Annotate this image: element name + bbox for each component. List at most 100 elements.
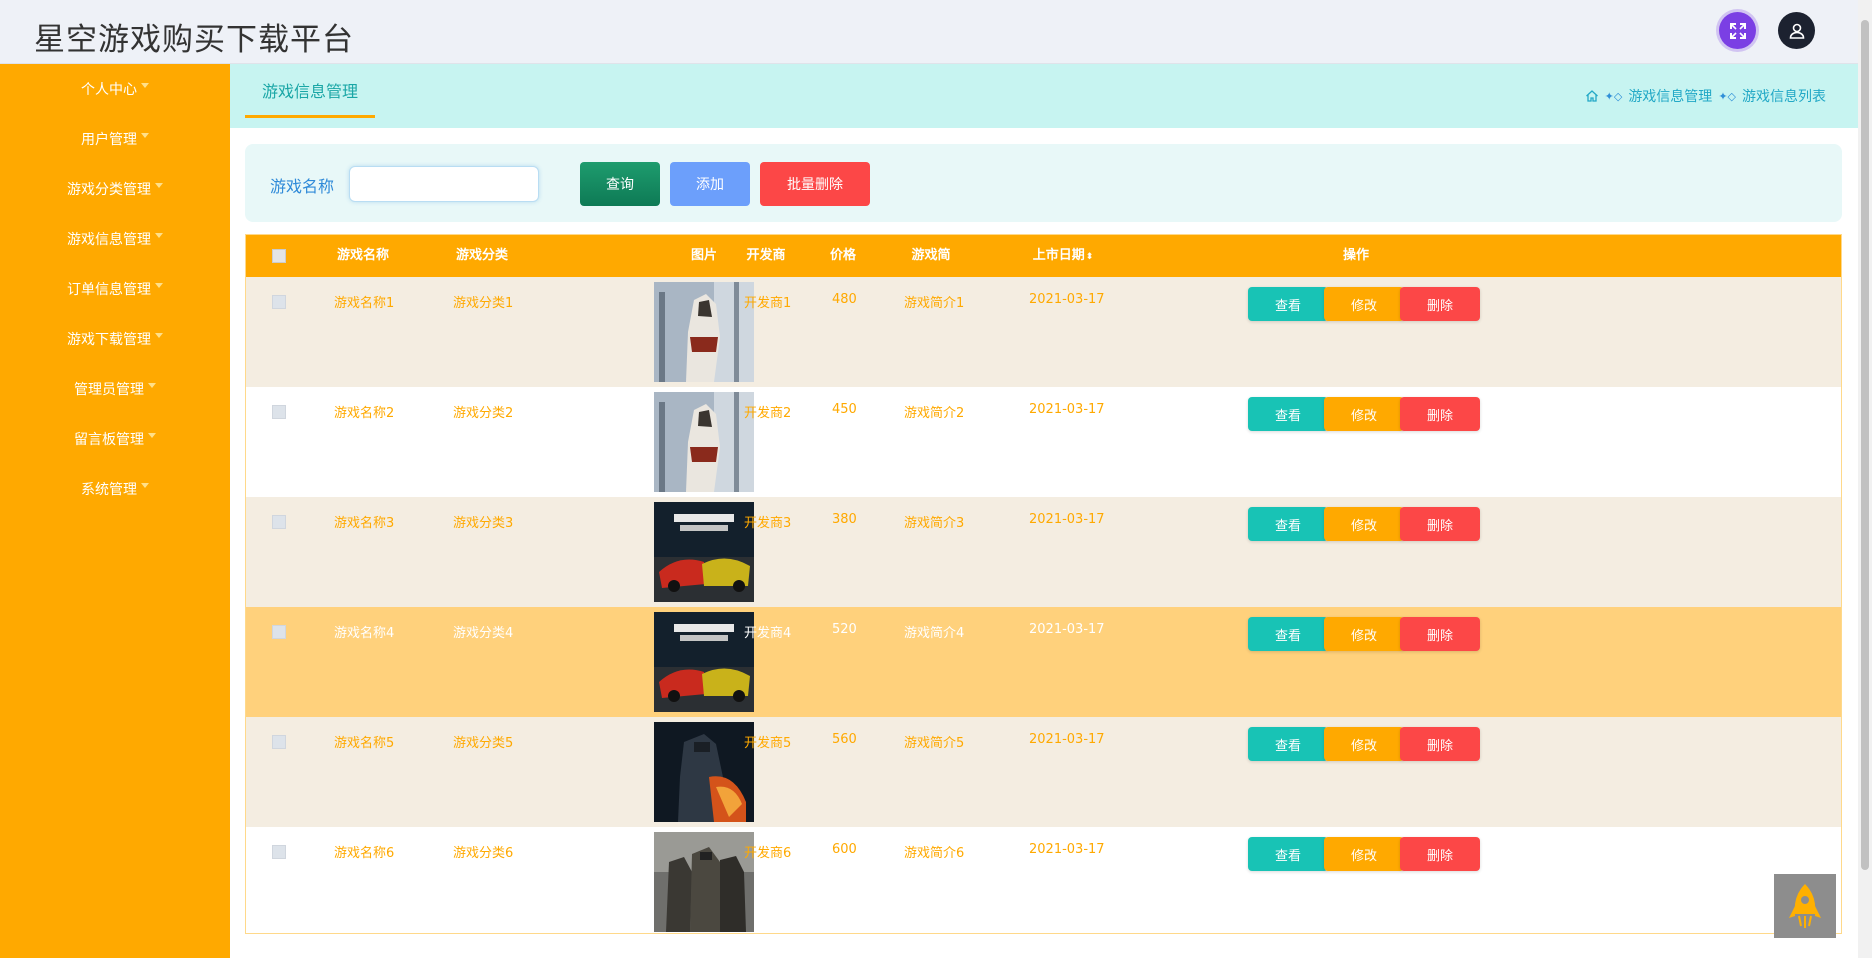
fullscreen-button[interactable] bbox=[1719, 12, 1756, 49]
cell-release-date: 2021-03-17 bbox=[1029, 512, 1105, 527]
cell-category: 游戏分类2 bbox=[453, 406, 514, 421]
cell-price: 380 bbox=[832, 512, 857, 527]
cell-category: 游戏分类3 bbox=[453, 516, 514, 531]
table-row[interactable]: 游戏名称4 游戏分类4 开发商4 520 游戏简介4 2021-03-17 查看… bbox=[246, 607, 1841, 717]
breadcrumb-item: 游戏信息列表 bbox=[1742, 89, 1826, 105]
game-name-input[interactable] bbox=[349, 166, 539, 202]
sidebar-item-system[interactable]: 系统管理 bbox=[0, 464, 230, 514]
sidebar-item-label: 留言板管理 bbox=[74, 432, 144, 448]
delete-button[interactable]: 删除 bbox=[1400, 617, 1480, 651]
view-button[interactable]: 查看 bbox=[1248, 287, 1328, 321]
view-button[interactable]: 查看 bbox=[1248, 617, 1328, 651]
chevron-down-icon bbox=[148, 432, 156, 438]
view-button[interactable]: 查看 bbox=[1248, 727, 1328, 761]
column-header-release-date[interactable]: 上市日期⬍ bbox=[1032, 235, 1094, 277]
cell-price: 600 bbox=[832, 842, 857, 857]
cell-price: 520 bbox=[832, 622, 857, 637]
sidebar-item-game-category[interactable]: 游戏分类管理 bbox=[0, 164, 230, 214]
edit-button[interactable]: 修改 bbox=[1324, 727, 1404, 761]
row-checkbox[interactable] bbox=[272, 405, 286, 419]
sidebar-item-message-board[interactable]: 留言板管理 bbox=[0, 414, 230, 464]
column-header-category[interactable]: 游戏分类⬍ bbox=[453, 235, 511, 304]
cell-price: 450 bbox=[832, 402, 857, 417]
user-menu-button[interactable] bbox=[1778, 12, 1815, 49]
column-header-actions: 操作 bbox=[1342, 248, 1369, 263]
breadcrumb-item[interactable]: 游戏信息管理 bbox=[1628, 86, 1712, 106]
sidebar-item-label: 游戏信息管理 bbox=[67, 232, 151, 248]
cell-intro: 游戏简介5 bbox=[904, 736, 965, 751]
row-checkbox[interactable] bbox=[272, 515, 286, 529]
cell-name: 游戏名称1 bbox=[334, 296, 395, 311]
sidebar-item-orders[interactable]: 订单信息管理 bbox=[0, 264, 230, 314]
edit-button[interactable]: 修改 bbox=[1324, 617, 1404, 651]
add-button[interactable]: 添加 bbox=[670, 162, 750, 206]
batch-delete-button[interactable]: 批量删除 bbox=[760, 162, 870, 206]
breadcrumb: ✦◇ 游戏信息管理 ✦◇ 游戏信息列表 bbox=[1585, 86, 1826, 106]
column-header-image: 图片 bbox=[690, 248, 717, 263]
chevron-down-icon bbox=[141, 132, 149, 138]
cell-release-date: 2021-03-17 bbox=[1029, 622, 1105, 637]
main-content: 游戏信息管理 ✦◇ 游戏信息管理 ✦◇ 游戏信息列表 游戏名称 查询 添加 批量… bbox=[230, 64, 1858, 958]
chevron-down-icon bbox=[155, 332, 163, 338]
cell-name: 游戏名称3 bbox=[334, 516, 395, 531]
edit-button[interactable]: 修改 bbox=[1324, 287, 1404, 321]
query-button[interactable]: 查询 bbox=[580, 162, 660, 206]
sidebar-item-user-management[interactable]: 用户管理 bbox=[0, 114, 230, 164]
breadcrumb-separator-icon: ✦◇ bbox=[1718, 89, 1736, 103]
cell-developer: 开发商1 bbox=[744, 296, 792, 311]
game-table: 游戏名称⬍ 游戏分类⬍ 图片 开发商⬍ 价格⬍ 游戏简介 上市日期⬍ 操作 游戏… bbox=[245, 234, 1842, 934]
game-thumbnail bbox=[654, 392, 754, 492]
home-icon[interactable] bbox=[1585, 89, 1599, 103]
tab-bar: 游戏信息管理 ✦◇ 游戏信息管理 ✦◇ 游戏信息列表 bbox=[230, 64, 1858, 128]
cell-developer: 开发商6 bbox=[744, 846, 792, 861]
sidebar-item-label: 系统管理 bbox=[81, 482, 137, 498]
cell-developer: 开发商2 bbox=[744, 406, 792, 421]
tab-game-info[interactable]: 游戏信息管理 bbox=[245, 64, 375, 118]
page-scrollbar[interactable] bbox=[1858, 0, 1872, 958]
row-checkbox[interactable] bbox=[272, 735, 286, 749]
chevron-down-icon bbox=[155, 182, 163, 188]
sidebar-item-game-info[interactable]: 游戏信息管理 bbox=[0, 214, 230, 264]
scrollbar-thumb[interactable] bbox=[1861, 20, 1869, 870]
row-checkbox[interactable] bbox=[272, 845, 286, 859]
table-row[interactable]: 游戏名称3 游戏分类3 开发商3 380 游戏简介3 2021-03-17 查看… bbox=[246, 497, 1841, 607]
delete-button[interactable]: 删除 bbox=[1400, 287, 1480, 321]
view-button[interactable]: 查看 bbox=[1248, 397, 1328, 431]
view-button[interactable]: 查看 bbox=[1248, 507, 1328, 541]
cell-price: 560 bbox=[832, 732, 857, 747]
game-thumbnail bbox=[654, 612, 754, 712]
table-row[interactable]: 游戏名称2 游戏分类2 开发商2 450 游戏简介2 2021-03-17 查看… bbox=[246, 387, 1841, 497]
sidebar-item-label: 游戏下载管理 bbox=[67, 332, 151, 348]
app-title: 星空游戏购买下载平台 bbox=[34, 22, 354, 58]
chevron-down-icon bbox=[141, 82, 149, 88]
column-header-price[interactable]: 价格⬍ bbox=[826, 235, 860, 304]
sidebar-item-downloads[interactable]: 游戏下载管理 bbox=[0, 314, 230, 364]
chevron-down-icon bbox=[148, 382, 156, 388]
user-icon bbox=[1789, 23, 1804, 39]
select-all-checkbox[interactable] bbox=[272, 249, 286, 263]
table-row[interactable]: 游戏名称5 游戏分类5 开发商5 560 游戏简介5 2021-03-17 查看… bbox=[246, 717, 1841, 827]
table-row[interactable]: 游戏名称1 游戏分类1 开发商1 480 游戏简介1 2021-03-17 查看… bbox=[246, 277, 1841, 387]
search-label: 游戏名称 bbox=[270, 177, 335, 196]
cell-release-date: 2021-03-17 bbox=[1029, 292, 1105, 307]
delete-button[interactable]: 删除 bbox=[1400, 397, 1480, 431]
delete-button[interactable]: 删除 bbox=[1400, 507, 1480, 541]
cell-name: 游戏名称2 bbox=[334, 406, 395, 421]
table-row[interactable]: 游戏名称6 游戏分类6 开发商6 600 游戏简介6 2021-03-17 查看… bbox=[246, 827, 1841, 933]
cell-release-date: 2021-03-17 bbox=[1029, 842, 1105, 857]
back-to-top-button[interactable] bbox=[1774, 874, 1836, 938]
sidebar-item-admins[interactable]: 管理员管理 bbox=[0, 364, 230, 414]
sidebar-item-label: 个人中心 bbox=[81, 82, 137, 98]
column-header-name[interactable]: 游戏名称⬍ bbox=[334, 235, 392, 304]
edit-button[interactable]: 修改 bbox=[1324, 837, 1404, 871]
cell-name: 游戏名称4 bbox=[334, 626, 395, 641]
delete-button[interactable]: 删除 bbox=[1400, 837, 1480, 871]
column-header-developer[interactable]: 开发商⬍ bbox=[743, 235, 789, 304]
edit-button[interactable]: 修改 bbox=[1324, 507, 1404, 541]
delete-button[interactable]: 删除 bbox=[1400, 727, 1480, 761]
edit-button[interactable]: 修改 bbox=[1324, 397, 1404, 431]
row-checkbox[interactable] bbox=[272, 625, 286, 639]
view-button[interactable]: 查看 bbox=[1248, 837, 1328, 871]
row-checkbox[interactable] bbox=[272, 295, 286, 309]
sidebar-item-personal-center[interactable]: 个人中心 bbox=[0, 64, 230, 114]
